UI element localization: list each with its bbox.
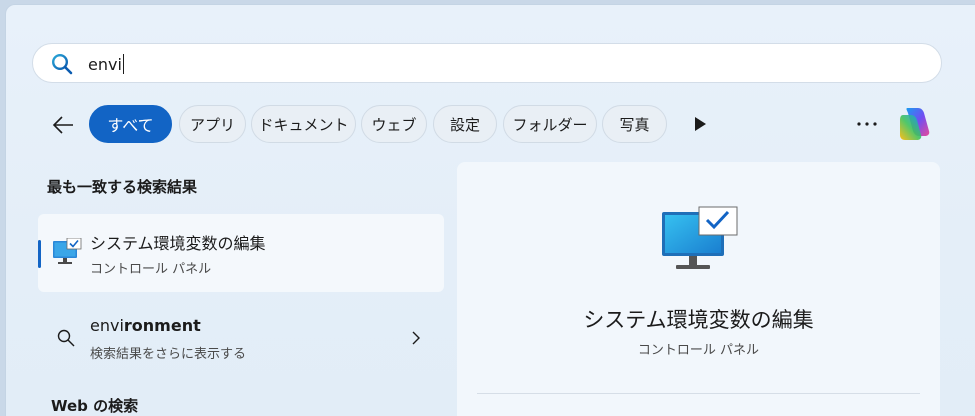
system-properties-icon: [662, 206, 738, 269]
search-query: envi: [88, 54, 122, 74]
chevron-right-icon[interactable]: [411, 331, 421, 345]
more-icon[interactable]: [856, 121, 878, 127]
preview-subtitle: コントロール パネル: [637, 343, 760, 358]
filter-chip-web[interactable]: ウェブ: [361, 105, 427, 143]
search-input[interactable]: envi: [88, 54, 124, 74]
back-arrow-icon[interactable]: [50, 112, 76, 138]
system-properties-icon: [53, 238, 82, 264]
suggestion-title: environment: [90, 316, 201, 335]
result-preview-pane: システム環境変数の編集 コントロール パネル: [457, 162, 940, 416]
best-match-result[interactable]: システム環境変数の編集 コントロール パネル: [38, 214, 444, 292]
text-caret: [122, 54, 124, 74]
search-icon: [51, 53, 73, 75]
web-search-heading: Web の検索: [51, 397, 139, 415]
preview-title: システム環境変数の編集: [583, 308, 814, 332]
filter-chip-documents[interactable]: ドキュメント: [251, 105, 356, 143]
selection-indicator: [38, 240, 41, 268]
filter-chip-photos[interactable]: 写真: [602, 105, 667, 143]
suggestion-title-rest: ronment: [123, 316, 201, 335]
best-match-heading: 最も一致する検索結果: [47, 178, 198, 196]
search-icon: [57, 329, 75, 347]
filter-chip-apps[interactable]: アプリ: [179, 105, 246, 143]
search-box[interactable]: envi: [32, 43, 942, 83]
filter-chip-settings[interactable]: 設定: [433, 105, 497, 143]
filter-chip-all[interactable]: すべて: [89, 105, 172, 143]
suggestion-title-match: envi: [90, 316, 124, 335]
suggestion-subtitle: 検索結果をさらに表示する: [90, 347, 247, 362]
play-icon[interactable]: [693, 116, 707, 132]
divider: [477, 393, 920, 394]
best-match-title: システム環境変数の編集: [90, 234, 266, 253]
best-match-subtitle: コントロール パネル: [90, 262, 212, 277]
filter-chip-folders[interactable]: フォルダー: [503, 105, 597, 143]
search-suggestion-item[interactable]: environment 検索結果をさらに表示する: [38, 305, 444, 371]
copilot-icon[interactable]: [895, 105, 935, 143]
